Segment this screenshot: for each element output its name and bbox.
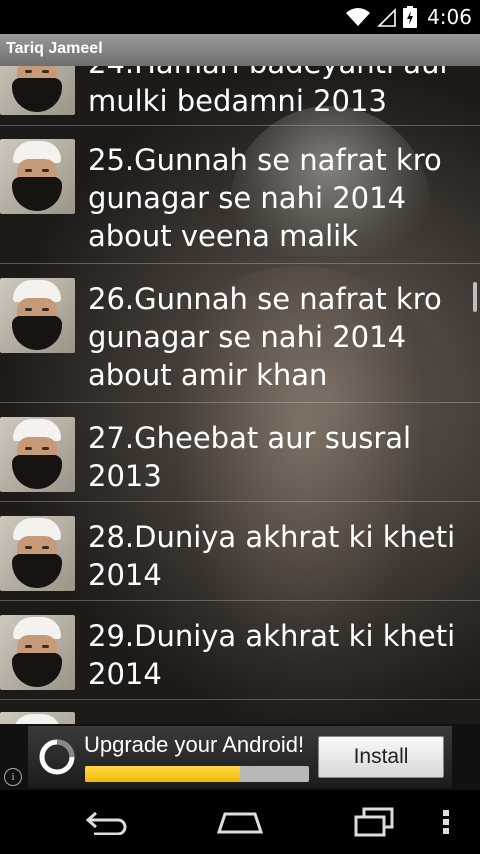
speaker-thumbnail: [0, 278, 75, 353]
app-title: Tariq Jameel: [6, 40, 103, 57]
list-item[interactable]: 24.Hamari badeyanti aur mulki bedamni 20…: [0, 66, 480, 126]
speaker-thumbnail: [0, 139, 75, 214]
speaker-thumbnail: [0, 417, 75, 492]
speaker-thumbnail: [0, 712, 75, 724]
list-item[interactable]: 25.Gunnah se nafrat kro gunagar se nahi …: [0, 125, 480, 264]
install-button[interactable]: Install: [318, 736, 444, 778]
speaker-thumbnail: [0, 66, 75, 115]
list-scrollbar[interactable]: [473, 282, 477, 312]
ad-info-icon[interactable]: i: [4, 768, 22, 786]
ad-headline: Upgrade your Android!: [84, 732, 305, 757]
list-item[interactable]: 29.Duniya akhrat ki kheti 2014: [0, 601, 480, 700]
speaker-thumbnail: [0, 615, 75, 690]
list-item-label: 26.Gunnah se nafrat kro gunagar se nahi …: [88, 282, 442, 392]
recent-apps-button[interactable]: [344, 804, 404, 840]
list-item-label: 27.Gheebat aur susral 2013: [88, 421, 412, 493]
navigation-bar: [0, 790, 480, 854]
loading-ring-icon: [39, 739, 75, 775]
list-item-label: 24.Hamari badeyanti aur mulki bedamni 20…: [88, 66, 451, 118]
signal-icon: [377, 8, 396, 27]
content-area: 24.Hamari badeyanti aur mulki bedamni 20…: [0, 66, 480, 724]
list-item[interactable]: 27.Gheebat aur susral 2013: [0, 403, 480, 502]
title-bar: Tariq Jameel: [0, 34, 480, 67]
recent-apps-icon: [354, 807, 394, 837]
menu-button[interactable]: [426, 804, 466, 840]
status-bar: 4:06: [0, 0, 480, 34]
list-item-label: 28.Duniya akhrat ki kheti 2014: [88, 520, 456, 592]
ad-content[interactable]: Upgrade your Android! Install: [28, 726, 452, 788]
clock: 4:06: [427, 5, 472, 29]
home-button[interactable]: [210, 804, 270, 840]
menu-icon: [443, 810, 449, 834]
status-icons: 4:06: [345, 4, 472, 30]
speaker-thumbnail: [0, 516, 75, 591]
ad-banner[interactable]: i Upgrade your Android! Install: [0, 724, 480, 790]
list-item[interactable]: 28.Duniya akhrat ki kheti 2014: [0, 502, 480, 601]
list-item[interactable]: 26.Gunnah se nafrat kro gunagar se nahi …: [0, 264, 480, 403]
wifi-icon: [346, 8, 371, 26]
home-icon: [216, 812, 264, 834]
list-item-label: 29.Duniya akhrat ki kheti 2014: [88, 619, 456, 691]
back-button[interactable]: [76, 804, 136, 840]
back-icon: [85, 811, 127, 835]
ad-progress-bar: [85, 766, 309, 782]
list-item[interactable]: [0, 700, 480, 724]
battery-charging-icon: [403, 6, 418, 28]
ad-progress-fill: [85, 766, 240, 782]
list-item-label: 25.Gunnah se nafrat kro gunagar se nahi …: [88, 143, 442, 253]
